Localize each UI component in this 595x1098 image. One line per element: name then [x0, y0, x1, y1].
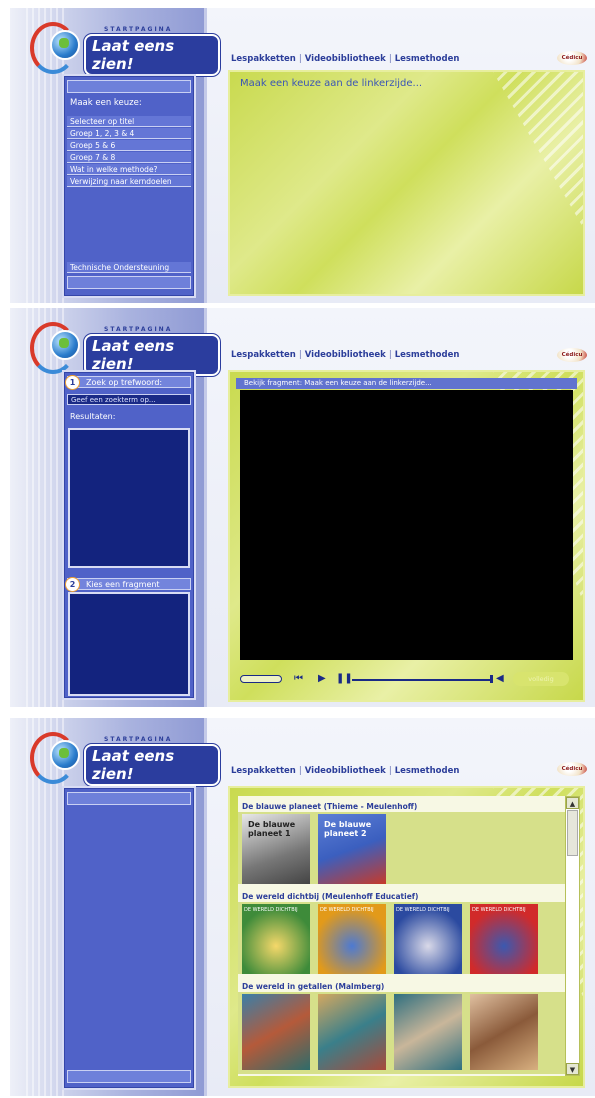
logo-subtitle: STARTPAGINA [104, 326, 173, 333]
search-sidebar: 1 Zoek op trefwoord: Geef een zoekterm o… [62, 370, 196, 700]
video-header: Bekijk fragment: Maak een keuze aan de l… [236, 378, 577, 389]
top-nav: Lespakketten | Videobibliotheek | Lesmethode… [231, 54, 460, 64]
book-row [238, 992, 565, 1074]
volume-icon[interactable]: ◀ [496, 672, 504, 686]
section-title: De wereld in getallen (Malmberg) [242, 982, 385, 991]
left-menu: Maak een keuze: Selecteer op titel Groep… [62, 74, 196, 298]
top-nav: Lespakketten | Videobibliotheek | Lesmethode… [231, 350, 460, 360]
nav-lespakketten[interactable]: Lespakketten [231, 766, 296, 776]
menu-item-support[interactable]: Technische Ondersteuning [67, 262, 191, 273]
book-row: De blauwe planeet 1 De blauwe planeet 2 [238, 812, 565, 884]
step1-header: 1 Zoek op trefwoord: [65, 375, 191, 390]
step-number-badge: 2 [65, 577, 80, 592]
play-icon[interactable]: ▶ [318, 672, 326, 686]
menu-item-group-7-8[interactable]: Groep 7 & 8 [67, 152, 191, 163]
results-label: Resultaten: [70, 412, 116, 421]
pause-icon[interactable]: ❚❚ [336, 672, 353, 686]
logo-subtitle: STARTPAGINA [104, 736, 173, 743]
logo-title: Laat eens zien! [84, 34, 220, 76]
nav-videobibliotheek[interactable]: Videobibliotheek [305, 766, 386, 776]
rewind-icon[interactable]: ⏮ [294, 672, 303, 686]
book-cover[interactable]: De blauwe planeet 1 [242, 814, 310, 884]
nav-videobibliotheek[interactable]: Videobibliotheek [305, 54, 386, 64]
method-library: De blauwe planeet (Thieme - Meulenhoff) … [238, 796, 565, 1076]
content-frame: Maak een keuze aan de linkerzijde... [228, 70, 585, 296]
top-nav: Lespakketten | Videobibliotheek | Lesmethode… [231, 766, 460, 776]
menu-item-core-goals[interactable]: Verwijzing naar kerndoelen [67, 176, 191, 187]
screenshot-panel-menu: STARTPAGINA Laat eens zien! Maak een keu… [10, 8, 595, 303]
scroll-up-icon[interactable]: ▲ [566, 797, 579, 809]
book-cover[interactable]: De blauwe planeet 2 [318, 814, 386, 884]
section-title: De wereld dichtbij (Meulenhoff Educatief… [242, 892, 419, 901]
library-scrollbar[interactable]: ▲ ▼ [565, 796, 580, 1076]
content-placeholder-text: Maak een keuze aan de linkerzijde... [240, 78, 423, 89]
fragment-list[interactable] [68, 592, 190, 696]
progress-pill [240, 675, 282, 683]
app-logo[interactable]: STARTPAGINA Laat eens zien! [20, 312, 220, 376]
scroll-thumb[interactable] [567, 810, 578, 856]
book-cover[interactable]: DE WERELD DICHTBIJ [318, 904, 386, 974]
book-cover[interactable] [470, 994, 538, 1070]
fullscreen-button[interactable]: volledig [513, 672, 569, 686]
video-controls: ⏮ ▶ ❚❚ ◀ volledig [240, 672, 573, 686]
menu-item-method[interactable]: Wat in welke methode? [67, 164, 191, 175]
nav-lesmethoden[interactable]: Lesmethoden [395, 350, 460, 360]
search-input[interactable]: Geef een zoekterm op... [67, 394, 191, 405]
section-title: De blauwe planeet (Thieme - Meulenhoff) [242, 802, 418, 811]
results-list[interactable] [68, 428, 190, 568]
video-player[interactable] [240, 390, 573, 660]
book-cover[interactable] [394, 994, 462, 1070]
nav-lespakketten[interactable]: Lespakketten [231, 350, 296, 360]
menu-item-group-5-6[interactable]: Groep 5 & 6 [67, 140, 191, 151]
nav-videobibliotheek[interactable]: Videobibliotheek [305, 350, 386, 360]
globe-icon [50, 30, 80, 60]
seek-bar[interactable] [352, 679, 492, 681]
screenshot-panel-library: STARTPAGINA Laat eens zien! Lespakketten… [10, 718, 595, 1096]
menu-item-group-1-4[interactable]: Groep 1, 2, 3 & 4 [67, 128, 191, 139]
seek-handle[interactable] [490, 675, 493, 683]
book-cover[interactable]: DE WERELD DICHTBIJ [470, 904, 538, 974]
publisher-logo: Cédicu [557, 762, 587, 776]
menu-heading: Maak een keuze: [70, 98, 142, 108]
scroll-down-icon[interactable]: ▼ [566, 1063, 579, 1075]
logo-subtitle: STARTPAGINA [104, 26, 173, 33]
book-cover[interactable] [318, 994, 386, 1070]
nav-lesmethoden[interactable]: Lesmethoden [395, 766, 460, 776]
book-cover[interactable]: DE WERELD DICHTBIJ [394, 904, 462, 974]
nav-lesmethoden[interactable]: Lesmethoden [395, 54, 460, 64]
video-frame: Bekijk fragment: Maak een keuze aan de l… [228, 370, 585, 702]
step2-header: 2 Kies een fragment [65, 577, 191, 592]
app-logo[interactable]: STARTPAGINA Laat eens zien! [20, 12, 220, 76]
book-cover[interactable] [242, 994, 310, 1070]
nav-lespakketten[interactable]: Lespakketten [231, 54, 296, 64]
library-frame: De blauwe planeet (Thieme - Meulenhoff) … [228, 786, 585, 1088]
screenshot-panel-video: STARTPAGINA Laat eens zien! 1 Zoek op tr… [10, 308, 595, 707]
logo-title: Laat eens zien! [84, 744, 220, 786]
step-number-badge: 1 [65, 375, 80, 390]
menu-item-select-title[interactable]: Selecteer op titel [67, 116, 191, 127]
publisher-logo: Cédicu [557, 51, 587, 65]
globe-icon [50, 330, 80, 360]
globe-icon [50, 740, 80, 770]
publisher-logo: Cédicu [557, 348, 587, 362]
book-row: DE WERELD DICHTBIJ DE WERELD DICHTBIJ DE… [238, 902, 565, 974]
book-cover[interactable]: DE WERELD DICHTBIJ [242, 904, 310, 974]
left-menu-empty [62, 786, 196, 1090]
app-logo[interactable]: STARTPAGINA Laat eens zien! [20, 722, 220, 786]
